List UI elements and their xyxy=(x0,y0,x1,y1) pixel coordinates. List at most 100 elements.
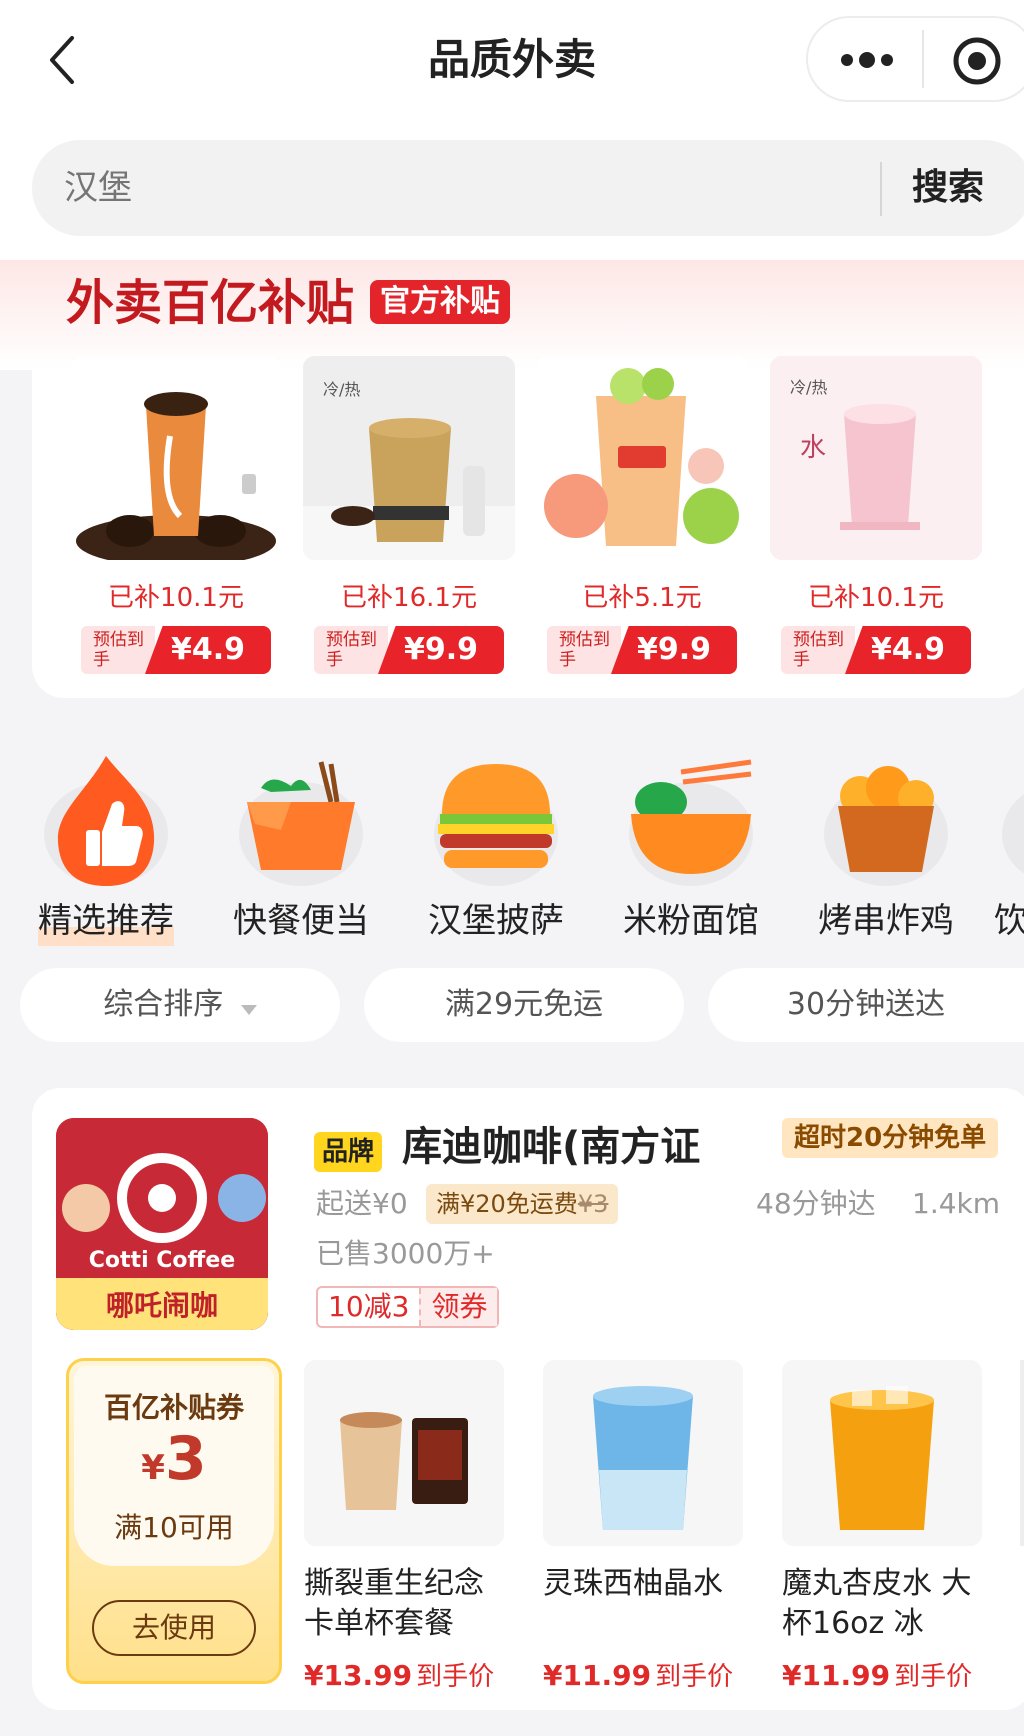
voucher-amount: ¥3 xyxy=(66,1424,282,1494)
dish-price: ¥11.99 到手价 xyxy=(543,1656,743,1693)
category-item[interactable]: 烤串炸鸡 xyxy=(800,752,972,946)
burger-icon xyxy=(426,752,566,892)
takeout-box-icon xyxy=(231,752,371,892)
logo-text: Cotti Coffee xyxy=(88,1248,236,1273)
filter-free-delivery[interactable]: 满29元免运 xyxy=(364,968,684,1042)
voucher-currency: ¥ xyxy=(141,1448,165,1488)
estimated-label: 预估到手 xyxy=(314,626,388,674)
dish-image xyxy=(782,1360,982,1546)
price: ¥4.9 xyxy=(845,626,971,674)
sort-label: 综合排序 xyxy=(103,987,224,1022)
dish-name: 灵珠西柚晶水 xyxy=(543,1566,723,1601)
search-divider xyxy=(880,162,882,216)
timeout-guarantee-badge: 超时20分钟免单 xyxy=(782,1118,999,1158)
voucher-condition: 满10可用 xyxy=(114,1511,234,1544)
dish-item[interactable]: 灵珠西柚晶水 ¥11.99 到手价 xyxy=(543,1360,743,1693)
category-label: 米粉面馆 xyxy=(623,901,759,941)
category-item[interactable]: 快餐便当 xyxy=(215,752,387,946)
product-image: 水 冷/热 xyxy=(770,356,982,560)
free-shipping-badge: 满¥20免运费¥3 xyxy=(426,1184,619,1224)
svg-text:水: 水 xyxy=(800,433,826,463)
official-subsidy-badge: 官方补贴 xyxy=(370,280,510,324)
fried-chicken-bucket-icon xyxy=(816,752,956,892)
min-order: 起送¥0 xyxy=(316,1187,408,1220)
category-label: 快餐便当 xyxy=(233,901,369,941)
price-value: ¥11.99 xyxy=(543,1659,652,1692)
coupon-discount: 10减3 xyxy=(328,1290,410,1323)
flame-thumbs-up-icon xyxy=(36,752,176,892)
store-coupon-tag[interactable]: 10减3 领券 xyxy=(316,1286,500,1328)
price-tag: 预估到手 ¥9.9 xyxy=(314,626,504,674)
product-image-text: 冷/热 xyxy=(790,378,828,397)
subsidy-product[interactable]: 冷/热 已补16.1元 预估到手 ¥9.9 xyxy=(303,356,515,674)
original-fee: ¥3 xyxy=(577,1190,609,1218)
free-ship-text: 满¥20免运费 xyxy=(436,1190,578,1218)
voucher-title: 百亿补贴券 xyxy=(103,1391,244,1424)
delivery-eta: 48分钟达 xyxy=(756,1187,876,1220)
subsidy-amount: 已补10.1元 xyxy=(108,583,244,613)
price-value: ¥11.99 xyxy=(782,1659,891,1692)
category-label: 精选推荐 xyxy=(38,896,174,946)
dish-item[interactable]: 魔丸杏皮水 大杯16oz 冰 半… ¥11.99到手价 xyxy=(782,1360,982,1693)
subsidy-product[interactable]: 已补10.1元 预估到手 ¥4.9 xyxy=(70,356,282,674)
product-image: 冷/热 xyxy=(303,356,515,560)
category-item-partial[interactable]: 饮 xyxy=(994,752,1024,972)
category-label: 饮 xyxy=(994,901,1024,941)
category-label: 烤串炸鸡 xyxy=(818,901,954,941)
dish-item[interactable]: 撕裂重生纪念卡单杯套餐 ¥13.99 到手价 xyxy=(304,1360,504,1693)
brand-tag: 品牌 xyxy=(314,1132,383,1172)
dish-image xyxy=(304,1360,504,1546)
search-input[interactable] xyxy=(64,160,564,216)
price-value: ¥13.99 xyxy=(304,1659,413,1692)
subsidy-product[interactable]: 水 冷/热 已补10.1元 预估到手 ¥4.9 xyxy=(770,356,982,674)
store-logo: Cotti Coffee 哪吒闹咖 xyxy=(56,1118,268,1330)
chevron-down-icon xyxy=(240,969,257,1043)
store-name: 库迪咖啡(南方证 xyxy=(401,1124,701,1170)
price: ¥4.9 xyxy=(145,626,271,674)
sort-dropdown[interactable]: 综合排序 xyxy=(20,968,340,1042)
dish-price: ¥11.99 到手价 xyxy=(782,1656,982,1693)
product-image-text: 冷/热 xyxy=(323,380,361,399)
subsidy-amount: 已补5.1元 xyxy=(582,583,702,613)
category-label: 汉堡披萨 xyxy=(428,901,564,941)
estimated-label: 预估到手 xyxy=(81,626,155,674)
dish-name: 撕裂重生纪念卡单杯套餐 xyxy=(304,1566,484,1641)
subsidy-amount: 已补10.1元 xyxy=(808,583,944,613)
price-tag: 预估到手 ¥4.9 xyxy=(781,626,971,674)
noodle-bowl-icon xyxy=(621,752,761,892)
drink-icon xyxy=(994,752,1024,892)
logo-subtext: 哪吒闹咖 xyxy=(105,1289,218,1322)
price-unit: 到手价 xyxy=(416,1662,495,1692)
store-title[interactable]: 品牌 库迪咖啡(南方证 xyxy=(314,1120,700,1174)
subsidy-title: 外卖百亿补贴 xyxy=(66,275,355,331)
capsule-divider xyxy=(922,30,924,88)
price-unit: 到手价 xyxy=(894,1662,973,1692)
price-tag: 预估到手 ¥9.9 xyxy=(547,626,737,674)
voucher-value: 3 xyxy=(164,1424,207,1494)
dish-image xyxy=(543,1360,743,1546)
estimated-label: 预估到手 xyxy=(547,626,621,674)
use-voucher-button[interactable]: 去使用 xyxy=(92,1600,256,1656)
price: ¥9.9 xyxy=(378,626,504,674)
dish-item-partial xyxy=(1020,1360,1024,1546)
price: ¥9.9 xyxy=(611,626,737,674)
dish-price: ¥13.99 到手价 xyxy=(304,1656,504,1693)
product-image xyxy=(536,356,748,560)
close-mini-program-icon[interactable] xyxy=(952,36,1002,86)
subsidy-product[interactable]: 已补5.1元 预估到手 ¥9.9 xyxy=(536,356,748,674)
search-button[interactable]: 搜索 xyxy=(886,160,1010,216)
coupon-claim-button[interactable]: 领券 xyxy=(419,1288,498,1326)
dish-name: 魔丸杏皮水 大杯16oz 冰 半… xyxy=(782,1566,972,1641)
category-item[interactable]: 汉堡披萨 xyxy=(410,752,582,946)
estimated-label: 预估到手 xyxy=(781,626,855,674)
filter-30min-delivery[interactable]: 30分钟送达 xyxy=(708,968,1024,1042)
product-image xyxy=(70,356,282,560)
category-item[interactable]: 米粉面馆 xyxy=(605,752,777,946)
category-item[interactable]: 精选推荐 xyxy=(20,752,192,946)
more-options-icon[interactable] xyxy=(832,40,902,80)
price-tag: 预估到手 ¥4.9 xyxy=(81,626,271,674)
price-unit: 到手价 xyxy=(655,1662,734,1692)
store-distance: 1.4km xyxy=(912,1187,1001,1220)
subsidy-amount: 已补16.1元 xyxy=(341,583,477,613)
sold-count: 已售3000万+ xyxy=(316,1237,495,1270)
